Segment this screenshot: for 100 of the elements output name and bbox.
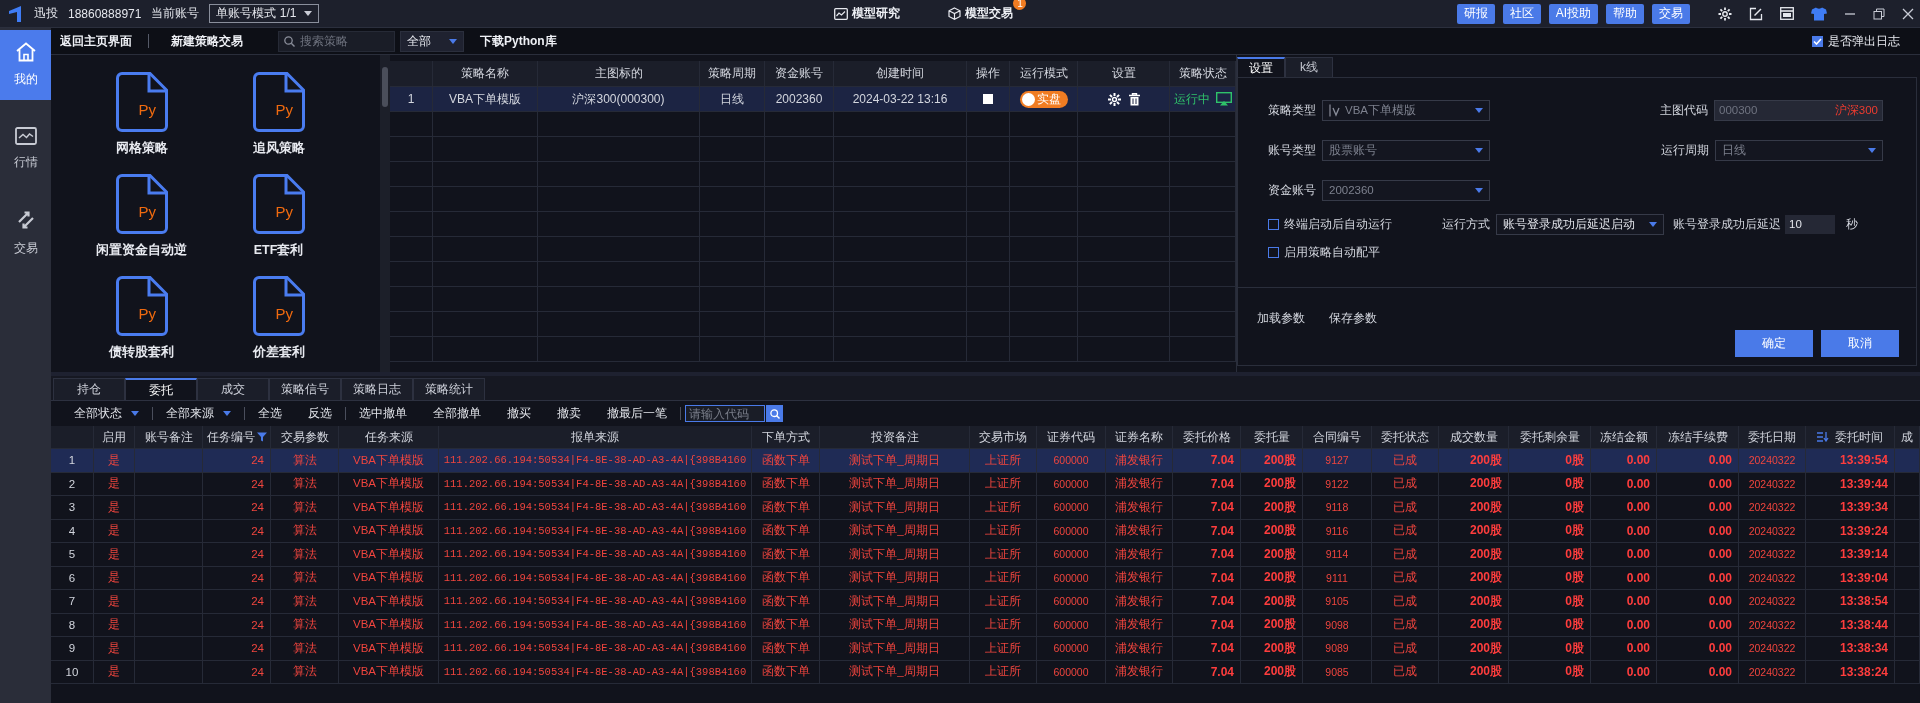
column-header[interactable]: 证券名称 — [1106, 426, 1173, 449]
file-icon[interactable] — [115, 174, 168, 234]
column-header[interactable]: 投资备注 — [820, 426, 970, 449]
table-row[interactable]: 5 是 24 算法 VBA下单模版 111.202.66.194:50534|F4-8E-38-AD-A3-4A|{398B4160 函数下单 测试下单_周期日 上证所 600000 浦发银行 7.04 200股 9114 已成 200股 0股 0.00 0.00 20240322 13:39:14 — [51, 543, 1920, 567]
table-row[interactable]: 1 是 24 算法 VBA下单模版 111.202.66.194:50534|F4-8E-38-AD-A3-4A|{398B4160 函数下单 测试下单_周期日 上证所 600000 浦发银行 7.04 200股 9127 已成 200股 0股 0.00 0.00 20240322 13:39:54 — [51, 449, 1920, 473]
toolbar-button[interactable]: 撤买 — [494, 405, 544, 422]
table-row[interactable]: 4 是 24 算法 VBA下单模版 111.202.66.194:50534|F4-8E-38-AD-A3-4A|{398B4160 函数下单 测试下单_周期日 上证所 600000 浦发银行 7.04 200股 9116 已成 200股 0股 0.00 0.00 20240322 13:39:24 — [51, 519, 1920, 543]
header-button[interactable]: 交易 — [1652, 3, 1690, 24]
toolbar-button[interactable]: 全选 — [245, 405, 295, 422]
nav-item[interactable]: 我的 — [0, 30, 51, 100]
strategy-template-label[interactable]: 追风策略 — [252, 140, 305, 157]
fund-account-dropdown[interactable]: 2002360 — [1322, 179, 1490, 201]
toolbar-button[interactable]: 撤最后一笔 — [594, 405, 680, 422]
account-mode-dropdown[interactable]: 单账号模式 1/1 — [209, 4, 320, 23]
column-header[interactable]: 交易参数 — [271, 426, 339, 449]
column-header[interactable]: 下单方式 — [752, 426, 820, 449]
header-button[interactable]: 社区 — [1502, 3, 1541, 24]
window-icon[interactable] — [1780, 7, 1794, 20]
tab[interactable]: 持仓 — [53, 378, 125, 400]
column-header[interactable]: 成交数量 — [1439, 426, 1509, 449]
account-type-dropdown[interactable]: 股票账号 — [1322, 139, 1490, 161]
search-button[interactable] — [766, 405, 783, 422]
column-header[interactable]: 成 — [1895, 426, 1920, 449]
table-row[interactable]: 10 是 24 算法 VBA下单模版 111.202.66.194:50534|F4-8E-38-AD-A3-4A|{398B4160 函数下单 测试下单_周期日 上证所 600000 浦发银行 7.04 200股 9085 已成 200股 0股 0.00 0.00 20240322 13:38:24 — [51, 660, 1920, 684]
column-header[interactable]: 委托量 — [1241, 426, 1303, 449]
restore-icon[interactable] — [1873, 7, 1885, 20]
column-header[interactable]: 报单来源 — [439, 426, 752, 449]
column-header[interactable]: 运行模式 — [1010, 61, 1078, 87]
column-header[interactable]: 设置 — [1078, 61, 1170, 87]
toolbar-button[interactable]: 撤卖 — [544, 405, 594, 422]
tab[interactable]: 委托 — [125, 378, 197, 400]
table-row[interactable]: 3 是 24 算法 VBA下单模版 111.202.66.194:50534|F4-8E-38-AD-A3-4A|{398B4160 函数下单 测试下单_周期日 上证所 600000 浦发银行 7.04 200股 9118 已成 200股 0股 0.00 0.00 20240322 13:39:34 — [51, 496, 1920, 520]
strategy-template-label[interactable]: 闲置资金自动逆 — [96, 242, 187, 259]
tab[interactable]: k线 — [1285, 57, 1333, 77]
filter-dropdown[interactable]: 全部 — [400, 30, 464, 52]
table-row[interactable]: 9 是 24 算法 VBA下单模版 111.202.66.194:50534|F4-8E-38-AD-A3-4A|{398B4160 函数下单 测试下单_周期日 上证所 600000 浦发银行 7.04 200股 9089 已成 200股 0股 0.00 0.00 20240322 13:38:34 — [51, 637, 1920, 661]
edit-icon[interactable] — [1749, 6, 1763, 21]
column-header[interactable]: 冻结手续费 — [1657, 426, 1739, 449]
column-header[interactable]: 启用 — [94, 426, 135, 449]
back-home-button[interactable]: 返回主页界面 — [60, 32, 132, 50]
nav-tab[interactable]: 模型交易 — [948, 5, 1014, 22]
tab[interactable]: 设置 — [1237, 57, 1285, 77]
header-button[interactable]: AI投助 — [1548, 3, 1598, 24]
nav-tab[interactable]: 模型研究 — [834, 5, 901, 22]
tab[interactable]: 策略信号 — [269, 378, 341, 400]
tab[interactable]: 策略日志 — [341, 378, 413, 400]
table-row[interactable]: 2 是 24 算法 VBA下单模版 111.202.66.194:50534|F4-8E-38-AD-A3-4A|{398B4160 函数下单 测试下单_周期日 上证所 600000 浦发银行 7.04 200股 9122 已成 200股 0股 0.00 0.00 20240322 13:39:44 — [51, 472, 1920, 496]
filter-dropdown[interactable]: 全部状态 — [61, 405, 152, 422]
trash-icon[interactable] — [1128, 92, 1140, 106]
scrollbar[interactable] — [380, 55, 390, 372]
column-header[interactable]: 任务来源 — [339, 426, 439, 449]
checkbox[interactable] — [1268, 218, 1279, 230]
column-header[interactable]: 合同编号 — [1303, 426, 1372, 449]
column-header[interactable]: 策略周期 — [700, 61, 765, 87]
column-header[interactable]: 策略名称 — [433, 61, 538, 87]
file-icon[interactable] — [252, 174, 305, 234]
delay-field[interactable]: 10 — [1785, 214, 1835, 234]
text-button[interactable]: 保存参数 — [1329, 310, 1377, 327]
close-icon[interactable] — [1902, 7, 1914, 20]
checkbox[interactable] — [1268, 246, 1279, 258]
table-row[interactable]: 1 VBA下单模版 沪深300(000300) 日线 2002360 2024-03-22 13:16 实盘 运行中 — [390, 87, 1236, 112]
strategy-template-label[interactable]: 债转股套利 — [109, 344, 174, 361]
header-button[interactable]: 帮助 — [1606, 3, 1644, 24]
shirt-icon[interactable] — [1811, 6, 1827, 21]
column-header[interactable]: 资金账号 — [765, 61, 834, 87]
table-row[interactable]: 7 是 24 算法 VBA下单模版 111.202.66.194:50534|F4-8E-38-AD-A3-4A|{398B4160 函数下单 测试下单_周期日 上证所 600000 浦发银行 7.04 200股 9105 已成 200股 0股 0.00 0.00 20240322 13:38:54 — [51, 590, 1920, 614]
strategy-template-label[interactable]: 价差套利 — [252, 344, 305, 361]
dialog-button[interactable]: 确定 — [1735, 330, 1813, 357]
column-header[interactable]: 冻结金额 — [1591, 426, 1657, 449]
strategy-type-dropdown[interactable]: VBA下单模版 — [1322, 99, 1490, 121]
column-header[interactable]: 操作 — [967, 61, 1010, 87]
strategy-template-label[interactable]: ETF套利 — [253, 242, 304, 259]
tab[interactable]: 成交 — [197, 378, 269, 400]
settings-icon[interactable] — [1718, 6, 1732, 21]
run-period-dropdown[interactable]: 日线 — [1715, 139, 1883, 161]
column-header[interactable]: 策略状态 — [1170, 61, 1236, 87]
toolbar-button[interactable]: 选中撤单 — [346, 405, 420, 422]
column-header[interactable]: 交易市场 — [970, 426, 1037, 449]
header-button[interactable]: 研报 — [1456, 3, 1495, 24]
file-icon[interactable] — [252, 72, 305, 132]
tab[interactable]: 策略统计 — [413, 378, 485, 400]
file-icon[interactable] — [252, 276, 305, 336]
search-field[interactable]: 搜索策略 — [278, 30, 395, 52]
column-header[interactable]: 主图标的 — [538, 61, 700, 87]
main-code-field[interactable]: 000300 沪深300 — [1714, 99, 1883, 121]
table-row[interactable]: 8 是 24 算法 VBA下单模版 111.202.66.194:50534|F4-8E-38-AD-A3-4A|{398B4160 函数下单 测试下单_周期日 上证所 600000 浦发银行 7.04 200股 9098 已成 200股 0股 0.00 0.00 20240322 13:38:44 — [51, 613, 1920, 637]
column-header[interactable]: 委托价格 — [1173, 426, 1241, 449]
dialog-button[interactable]: 取消 — [1821, 330, 1899, 357]
toolbar-button[interactable]: 反选 — [295, 405, 345, 422]
column-header[interactable]: 委托剩余量 — [1509, 426, 1591, 449]
checkbox[interactable] — [1812, 35, 1823, 47]
column-header[interactable]: 委托日期 — [1739, 426, 1806, 449]
run-mode-dropdown[interactable]: 账号登录成功后延迟启动 — [1496, 213, 1664, 235]
toolbar-button[interactable]: 全部撤单 — [420, 405, 494, 422]
table-row[interactable]: 6 是 24 算法 VBA下单模版 111.202.66.194:50534|F4-8E-38-AD-A3-4A|{398B4160 函数下单 测试下单_周期日 上证所 600000 浦发银行 7.04 200股 9111 已成 200股 0股 0.00 0.00 20240322 13:39:04 — [51, 566, 1920, 590]
strategy-template-label[interactable]: 网格策略 — [115, 140, 168, 157]
nav-item[interactable]: 交易 — [0, 198, 51, 268]
column-header[interactable]: 委托时间 — [1806, 426, 1895, 449]
column-header[interactable]: 任务编号 — [203, 426, 271, 449]
download-python-button[interactable]: 下载Python库 — [480, 32, 557, 50]
